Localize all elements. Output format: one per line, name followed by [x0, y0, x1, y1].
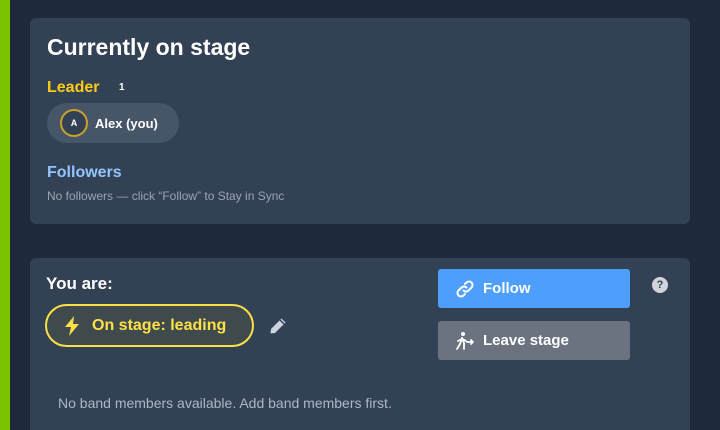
pencil-icon[interactable] — [269, 317, 287, 335]
exit-person-icon — [455, 331, 475, 351]
you-are-label: You are: — [46, 274, 113, 293]
follow-button-label: Follow — [483, 280, 531, 297]
followers-label: Followers — [47, 164, 122, 181]
status-text: On stage: leading — [92, 316, 227, 334]
bolt-icon — [63, 315, 81, 336]
accent-bar — [0, 0, 10, 430]
leader-name: Alex (you) — [95, 115, 158, 131]
avatar: A — [60, 109, 88, 137]
stage-panel: Currently on stage Leader 1 A Alex (you)… — [30, 18, 690, 224]
follow-button[interactable]: Follow — [438, 269, 630, 308]
link-icon — [455, 279, 475, 299]
you-panel: You are: On stage: leading Follow Leave … — [30, 258, 690, 430]
no-members-text: No band members available. Add band memb… — [58, 395, 392, 411]
leave-stage-button-label: Leave stage — [483, 332, 569, 349]
status-chip: On stage: leading — [45, 304, 254, 347]
leader-count: 1 — [119, 82, 125, 93]
leader-label: Leader — [47, 79, 100, 96]
leave-stage-button[interactable]: Leave stage — [438, 321, 630, 360]
leader-chip: A Alex (you) — [47, 103, 179, 143]
stage-title: Currently on stage — [47, 34, 251, 60]
followers-empty-text: No followers — click “Follow” to Stay in… — [47, 189, 285, 203]
help-icon[interactable]: ? — [652, 277, 668, 293]
